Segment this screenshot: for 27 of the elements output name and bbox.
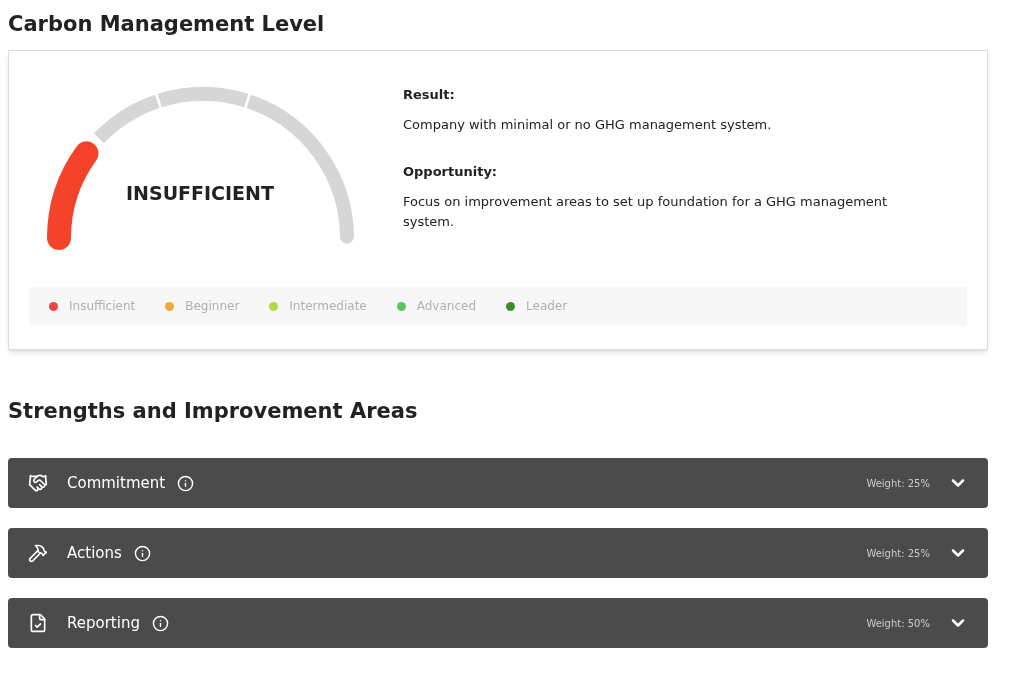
legend-label: Leader (526, 298, 568, 315)
section-title: Strengths and Improvement Areas (8, 398, 419, 425)
legend-label: Insufficient (69, 298, 136, 315)
page-title: Carbon Management Level (8, 11, 326, 38)
result-text: Company with minimal or no GHG management system. (403, 115, 773, 134)
gauge-label: INSUFFICIENT (126, 181, 274, 206)
accordion-header[interactable]: Commitment Weight: 25% (8, 458, 988, 508)
legend-label: Beginner (185, 298, 240, 315)
info-icon[interactable] (177, 474, 195, 492)
area-label: Actions (67, 542, 122, 564)
legend-label: Intermediate (289, 298, 367, 315)
area-label: Commitment (67, 472, 166, 494)
legend-label: Advanced (416, 298, 477, 315)
area-label: Reporting (67, 612, 140, 634)
opportunity-heading: Opportunity: (403, 163, 499, 181)
info-icon[interactable] (151, 614, 169, 632)
weight-label: Weight: 25% (866, 476, 930, 491)
weight-label: Weight: 25% (866, 546, 930, 561)
file-check-icon (28, 613, 48, 633)
opportunity-text: Focus on improvement areas to set up foundation for a GHG management system. (403, 192, 889, 231)
weight-label: Weight: 50% (866, 616, 930, 631)
hammer-icon (28, 543, 48, 563)
handshake-icon (28, 473, 48, 493)
accordion-header[interactable]: Actions Weight: 25% (8, 528, 988, 578)
accordion-header[interactable]: Reporting Weight: 50% (8, 598, 988, 648)
info-icon[interactable] (133, 544, 151, 562)
result-heading: Result: (403, 86, 456, 104)
